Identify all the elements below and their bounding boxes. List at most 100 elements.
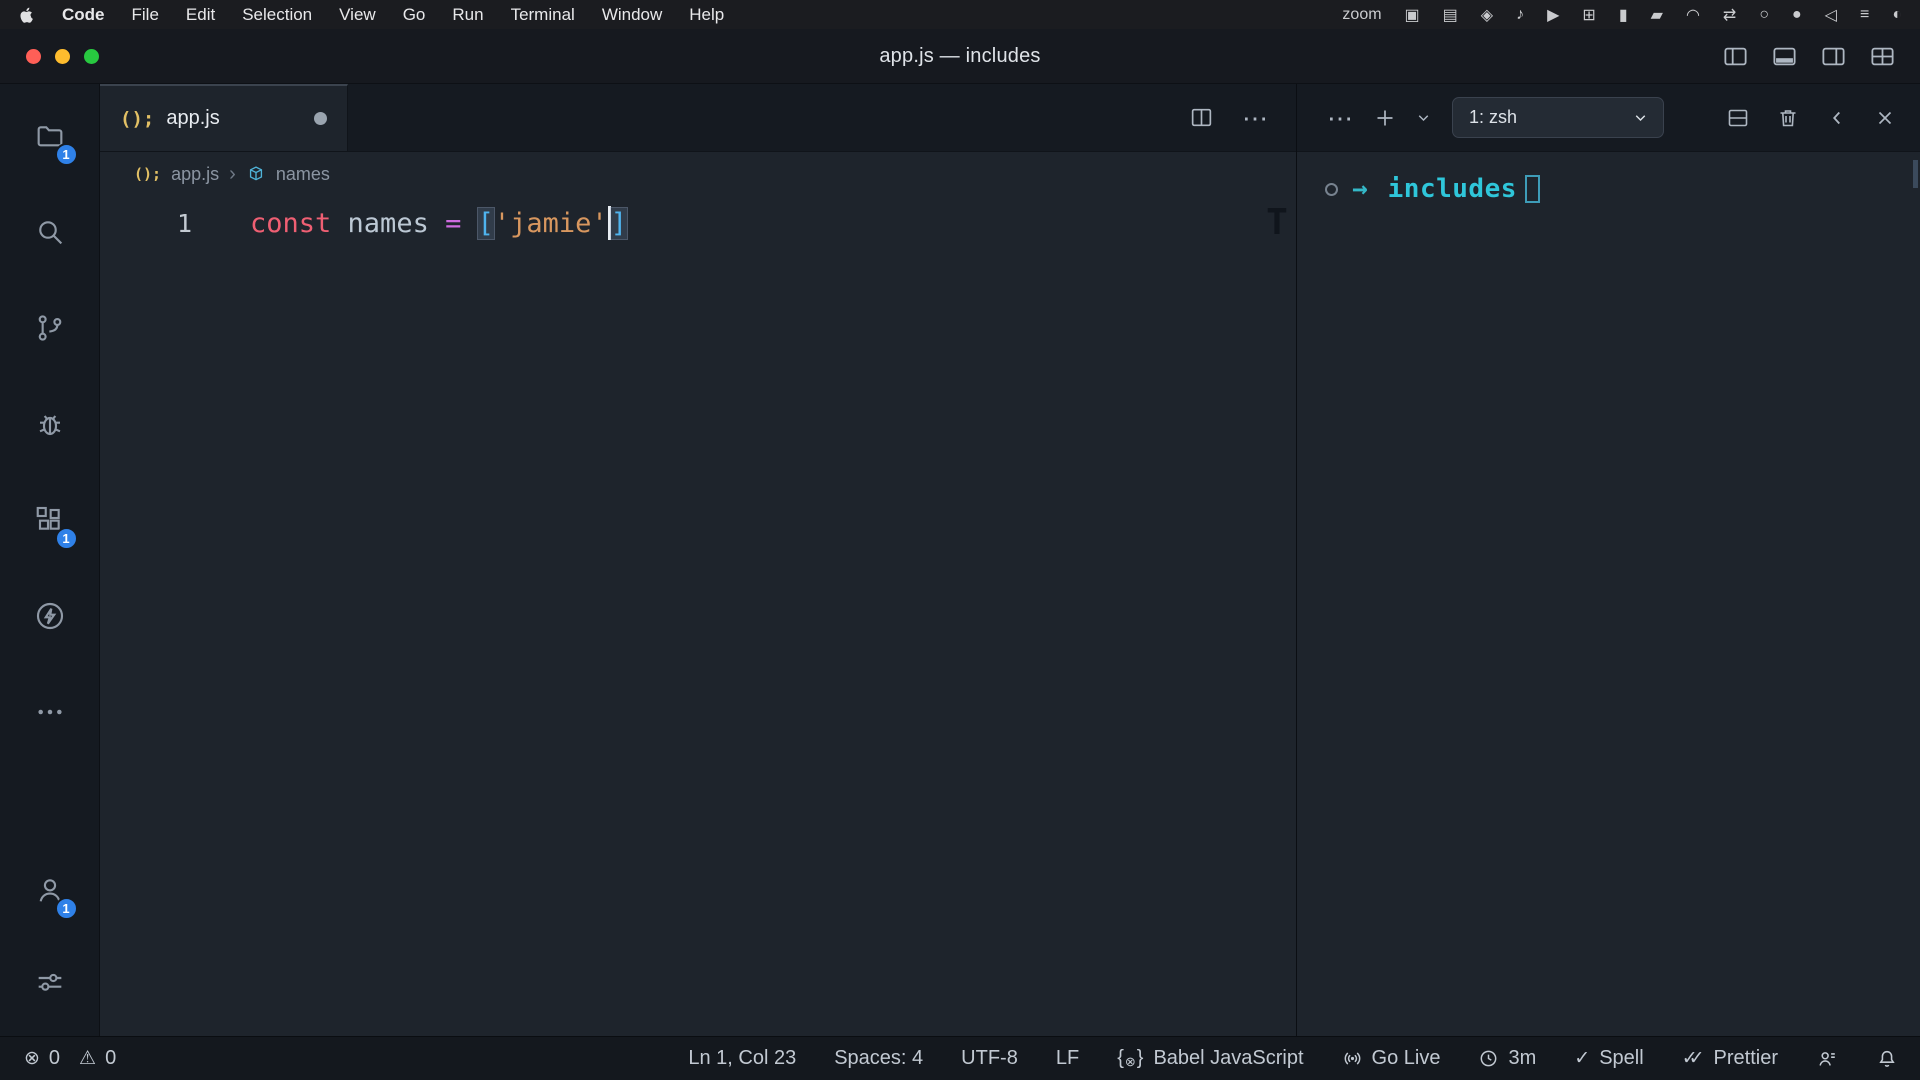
manage-settings-button[interactable] <box>0 938 100 1026</box>
explorer-view-button[interactable]: 1 <box>0 88 100 184</box>
minimize-window-button[interactable] <box>55 49 70 64</box>
menubar-item[interactable]: File <box>132 5 159 25</box>
unsaved-changes-dot[interactable] <box>314 112 327 125</box>
language-mode-status[interactable]: {⊗} Babel JavaScript <box>1117 1047 1303 1070</box>
code-line-content: const names = ['jamie'] <box>250 206 627 240</box>
close-window-button[interactable] <box>26 49 41 64</box>
go-live-status[interactable]: Go Live <box>1342 1047 1441 1070</box>
code-token <box>461 208 477 239</box>
menu-list-icon[interactable]: ≡ <box>1860 6 1869 24</box>
zoom-window-button[interactable] <box>84 49 99 64</box>
menubar-item[interactable]: Selection <box>242 5 312 25</box>
activity-bar: 1 1 <box>0 84 100 1036</box>
toggle-primary-sidebar-icon[interactable] <box>1722 43 1749 70</box>
spotlight-search-icon[interactable]: ○ <box>1759 6 1769 24</box>
accounts-button[interactable]: 1 <box>0 842 100 938</box>
warning-icon: ⚠ <box>79 1047 96 1070</box>
additional-views-button[interactable] <box>0 664 100 760</box>
extensions-view-button[interactable]: 1 <box>0 472 100 568</box>
spell-checker-status[interactable]: ✓ Spell <box>1574 1047 1643 1070</box>
search-view-button[interactable] <box>0 184 100 280</box>
stage-manager-icon[interactable]: ◈ <box>1481 5 1493 25</box>
music-icon[interactable]: ♪ <box>1516 6 1524 24</box>
errors-warnings-status[interactable]: ⊗ 0 ⚠ 0 <box>24 1047 116 1070</box>
menubar-item[interactable]: Run <box>452 5 483 25</box>
cursor-position-status[interactable]: Ln 1, Col 23 <box>688 1047 796 1070</box>
person-lines-icon <box>1816 1048 1838 1070</box>
record-icon[interactable]: ● <box>1792 6 1802 24</box>
ellipsis-icon <box>34 696 66 728</box>
breadcrumb-symbol[interactable]: names <box>276 164 330 185</box>
menubar-item[interactable]: Help <box>689 5 724 25</box>
terminal-output[interactable]: → includes <box>1297 152 1920 204</box>
wifi-icon[interactable]: ◠ <box>1686 5 1700 25</box>
menubar-item[interactable]: Window <box>602 5 662 25</box>
control-toggles-icon[interactable]: ⇄ <box>1723 5 1736 25</box>
apple-menu-icon[interactable] <box>18 5 35 25</box>
prompt-cwd: includes <box>1388 174 1517 204</box>
code-line-1: 1 const names = ['jamie'] <box>100 200 1296 246</box>
menubar-item[interactable]: Go <box>403 5 426 25</box>
menubar-item[interactable]: View <box>339 5 376 25</box>
symbol-cube-icon <box>246 164 266 184</box>
code-token: ] <box>611 208 627 239</box>
display-icon[interactable]: ▤ <box>1443 5 1458 25</box>
close-panel-icon[interactable] <box>1874 107 1896 129</box>
terminal-shell-select[interactable]: 1: zsh <box>1452 97 1664 138</box>
menubar-item[interactable]: Code <box>62 5 105 25</box>
search-icon <box>34 216 66 248</box>
chevron-left-icon[interactable] <box>1826 107 1848 129</box>
siri-icon[interactable]: ◐ <box>1892 6 1902 24</box>
new-terminal-dropdown-icon[interactable] <box>1415 109 1432 126</box>
check-icon: ✓ <box>1574 1047 1590 1070</box>
tab-bar: (); app.js ⋯ <box>100 84 1296 152</box>
live-share-status[interactable] <box>1816 1048 1838 1070</box>
code-editor[interactable]: 1 const names = ['jamie'] T <box>100 196 1296 1036</box>
code-token: const <box>250 208 331 239</box>
error-icon: ⊗ <box>24 1047 40 1070</box>
eol-status[interactable]: LF <box>1056 1047 1079 1070</box>
indentation-status[interactable]: Spaces: 4 <box>834 1047 923 1070</box>
tab-app-js[interactable]: (); app.js <box>100 84 348 151</box>
explorer-badge: 1 <box>55 143 78 166</box>
encoding-status[interactable]: UTF-8 <box>961 1047 1018 1070</box>
lightning-extension-button[interactable] <box>0 568 100 664</box>
battery-icon[interactable]: ▮ <box>1619 5 1628 25</box>
javascript-file-icon: (); <box>134 165 161 183</box>
terminal-cursor <box>1525 175 1540 203</box>
timer-status[interactable]: 3m <box>1478 1047 1536 1070</box>
screen-mirroring-icon[interactable]: ▣ <box>1405 5 1420 25</box>
menubar-item[interactable]: Edit <box>186 5 215 25</box>
code-token: = <box>445 208 461 239</box>
bell-icon <box>1876 1048 1898 1070</box>
minimap[interactable]: T <box>1264 204 1290 242</box>
chevron-down-icon <box>1632 109 1649 126</box>
kill-terminal-trash-icon[interactable] <box>1776 106 1800 130</box>
terminal-panel: ⋯ 1: zsh <box>1296 84 1920 1036</box>
volume-icon[interactable]: ◁ <box>1825 5 1837 25</box>
split-editor-icon[interactable] <box>1189 105 1214 130</box>
customize-layout-icon[interactable] <box>1869 43 1896 70</box>
breadcrumb-file[interactable]: app.js <box>171 164 219 185</box>
tab-label: app.js <box>166 107 219 130</box>
split-terminal-icon[interactable] <box>1726 106 1750 130</box>
menubar-item[interactable]: Terminal <box>511 5 575 25</box>
source-control-view-button[interactable] <box>0 280 100 376</box>
terminal-scrollbar[interactable] <box>1913 160 1918 188</box>
battery-charge-icon[interactable]: ▰ <box>1651 5 1663 25</box>
javascript-file-icon: (); <box>120 108 154 130</box>
new-terminal-icon[interactable] <box>1373 106 1397 130</box>
window-titlebar: app.js — includes <box>0 29 1920 84</box>
toggle-panel-icon[interactable] <box>1771 43 1798 70</box>
clock-icon <box>1478 1048 1499 1069</box>
toggle-secondary-sidebar-icon[interactable] <box>1820 43 1847 70</box>
terminal-header: ⋯ 1: zsh <box>1297 84 1920 152</box>
window-grid-icon[interactable]: ⊞ <box>1582 5 1595 25</box>
notifications-status[interactable] <box>1876 1048 1898 1070</box>
zoom-app-label[interactable]: zoom <box>1342 6 1381 24</box>
run-debug-view-button[interactable] <box>0 376 100 472</box>
prettier-status[interactable]: ✓✓ Prettier <box>1682 1047 1778 1070</box>
play-icon[interactable]: ▶ <box>1547 5 1559 25</box>
window-controls <box>26 29 99 83</box>
code-token: [ <box>478 208 494 239</box>
